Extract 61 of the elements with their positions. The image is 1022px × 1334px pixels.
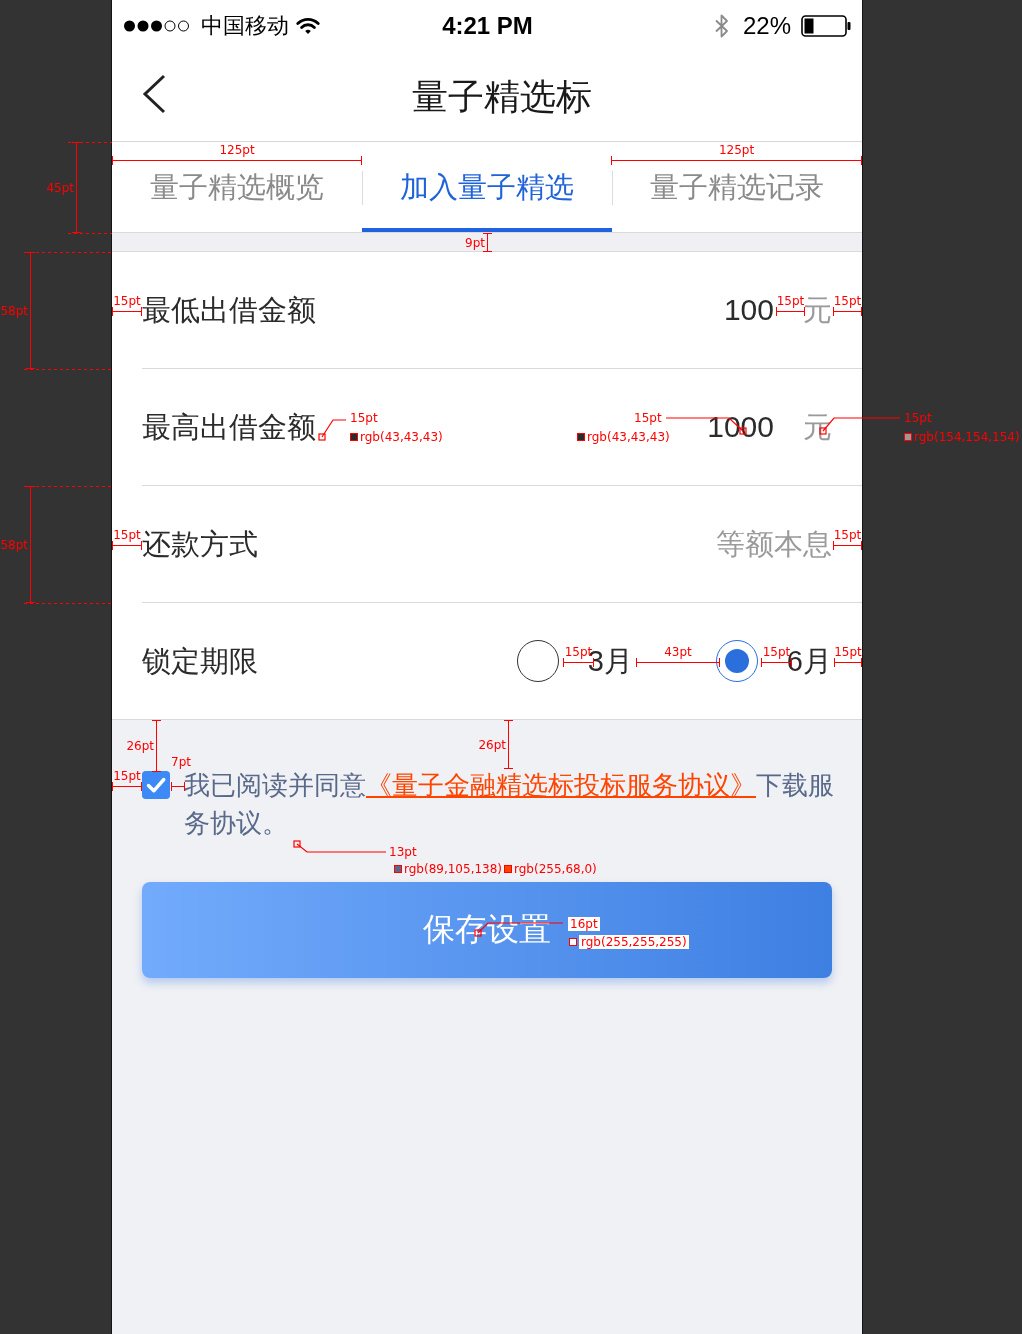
status-time: 4:21 PM	[442, 12, 533, 40]
color-value: rgb(255,255,255)	[579, 935, 689, 949]
dimension-line	[833, 541, 862, 550]
measurement-label: 125pt	[219, 143, 255, 157]
dimension-line	[152, 720, 161, 772]
measurement-label: 45pt	[46, 180, 74, 195]
back-icon[interactable]	[142, 73, 166, 114]
measurement-label: 15pt	[834, 645, 862, 659]
measurement-label: 16pt	[568, 917, 600, 931]
measurement-label: 15pt	[634, 411, 662, 425]
measurement-label: 15pt	[833, 294, 862, 308]
color-value: rgb(43,43,43)	[360, 430, 443, 444]
carrier-name: 中国移动	[201, 12, 289, 40]
dimension-line	[112, 541, 142, 550]
color-value: rgb(43,43,43)	[587, 430, 670, 444]
field-label: 还款方式	[142, 527, 258, 562]
measurement-label: 15pt	[350, 411, 378, 425]
extension-line	[68, 141, 112, 143]
measurement-label: 26pt	[478, 737, 506, 752]
bluetooth-icon	[713, 13, 730, 39]
measurement-label: 125pt	[718, 143, 755, 157]
measurement-label: 15pt	[762, 645, 791, 659]
measurement-label: 15pt	[833, 528, 862, 542]
measurement-label: 58pt	[0, 303, 28, 318]
measurement-label: 9pt	[465, 235, 485, 250]
dimension-line	[112, 307, 142, 316]
battery-percent: 22%	[742, 12, 791, 40]
color-value: rgb(89,105,138)	[404, 862, 503, 876]
measurement-label: 15pt	[113, 528, 141, 542]
signal-icon	[124, 20, 189, 32]
field-label: 最低出借金额	[142, 293, 316, 328]
measurement-label: 15pt	[904, 411, 932, 425]
measurement-label: 13pt	[389, 845, 417, 859]
extension-line	[68, 232, 112, 234]
measurement-label: 43pt	[664, 645, 692, 659]
page-title: 量子精选标	[412, 74, 592, 119]
unit-label: 元	[803, 293, 832, 328]
battery-icon	[801, 15, 851, 37]
dimension-line	[504, 720, 513, 769]
checkbox[interactable]	[142, 771, 170, 799]
amount-value: 100	[723, 292, 774, 328]
field-label: 锁定期限	[142, 644, 258, 679]
field-value: 等额本息	[716, 527, 832, 562]
agreement-text: 我已阅读并同意《量子金融精选标投标服务协议》下载服务协议。	[184, 770, 834, 838]
color-value: rgb(154,154,154)	[914, 430, 1020, 444]
measurement-label: 7pt	[171, 755, 191, 769]
agreement-link[interactable]: 《量子金融精选标投标服务协议》	[366, 770, 756, 800]
dimension-line	[112, 782, 142, 791]
dimension-line	[833, 307, 862, 316]
dimension-line	[171, 782, 185, 791]
measurement-label: 15pt	[113, 769, 141, 783]
field-label: 最高出借金额	[142, 410, 316, 445]
dimension-line	[776, 307, 805, 316]
color-value: rgb(255,68,0)	[514, 862, 597, 876]
dimension-line	[483, 233, 492, 252]
wifi-icon	[296, 17, 320, 35]
dimension-line	[834, 658, 862, 667]
measurement-label: 15pt	[113, 294, 141, 308]
measurement-label: 15pt	[776, 294, 805, 308]
measurement-label: 26pt	[126, 739, 154, 753]
measurement-label: 58pt	[0, 537, 28, 552]
